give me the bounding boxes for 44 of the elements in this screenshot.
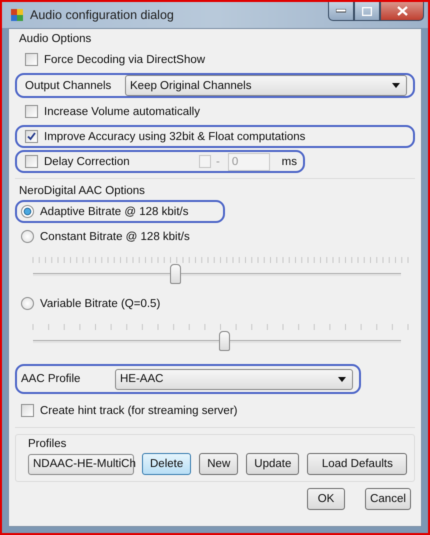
minimize-icon — [336, 9, 346, 13]
window-title: Audio configuration dialog — [30, 8, 175, 22]
slider-thumb[interactable] — [170, 264, 181, 284]
profile-button[interactable]: New — [199, 453, 238, 475]
dialog-button[interactable]: OK — [307, 488, 345, 510]
app-icon — [10, 8, 24, 22]
checkbox-label: Delay Correction — [44, 156, 130, 168]
profile-button[interactable]: Load Defaults — [307, 453, 408, 475]
profile-button[interactable]: Delete — [142, 453, 192, 475]
dropdown[interactable]: NDAAC-HE-MultiCh — [28, 454, 134, 474]
group-title: NeroDigital AAC Options — [18, 184, 146, 199]
minus-sign: - — [216, 156, 220, 168]
radio-button[interactable] — [21, 205, 34, 218]
checkbox[interactable] — [21, 404, 34, 417]
dropdown[interactable]: Keep Original Channels — [125, 75, 407, 96]
checkbox[interactable] — [25, 130, 38, 143]
group-title: Profiles — [28, 437, 68, 452]
checkmark-icon — [27, 132, 36, 141]
dropdown-arrow-icon — [392, 83, 400, 88]
checkbox-label: Improve Accuracy using 32bit & Float computations — [44, 130, 306, 142]
close-button[interactable] — [380, 2, 424, 21]
maximize-icon — [362, 6, 372, 16]
radio-button[interactable] — [21, 297, 34, 310]
unit-label: ms — [282, 156, 297, 168]
minimize-button[interactable] — [328, 2, 354, 21]
slider-thumb[interactable] — [219, 331, 230, 351]
field-label: Output Channels — [25, 80, 112, 92]
dropdown-arrow-icon — [338, 376, 346, 382]
dialog-button[interactable]: Cancel — [365, 488, 411, 510]
checkbox-label: Force Decoding via DirectShow — [44, 54, 206, 66]
maximize-button[interactable] — [354, 2, 380, 21]
field-label: AAC Profile — [21, 373, 82, 385]
radio-label: Constant Bitrate @ 128 kbit/s — [40, 230, 190, 242]
radio-label: Variable Bitrate (Q=0.5) — [40, 298, 160, 310]
checkbox[interactable] — [25, 105, 38, 118]
group-title: Audio Options — [18, 32, 92, 47]
radio-button[interactable] — [21, 230, 34, 243]
radio-label: Adaptive Bitrate @ 128 kbit/s — [40, 206, 188, 218]
checkbox-label: Increase Volume automatically — [44, 106, 200, 118]
checkbox-label: Create hint track (for streaming server) — [40, 404, 238, 416]
profile-button[interactable]: Update — [246, 453, 300, 475]
dropdown[interactable]: HE-AAC — [115, 368, 353, 390]
checkbox[interactable] — [25, 53, 38, 66]
close-icon — [396, 6, 408, 16]
